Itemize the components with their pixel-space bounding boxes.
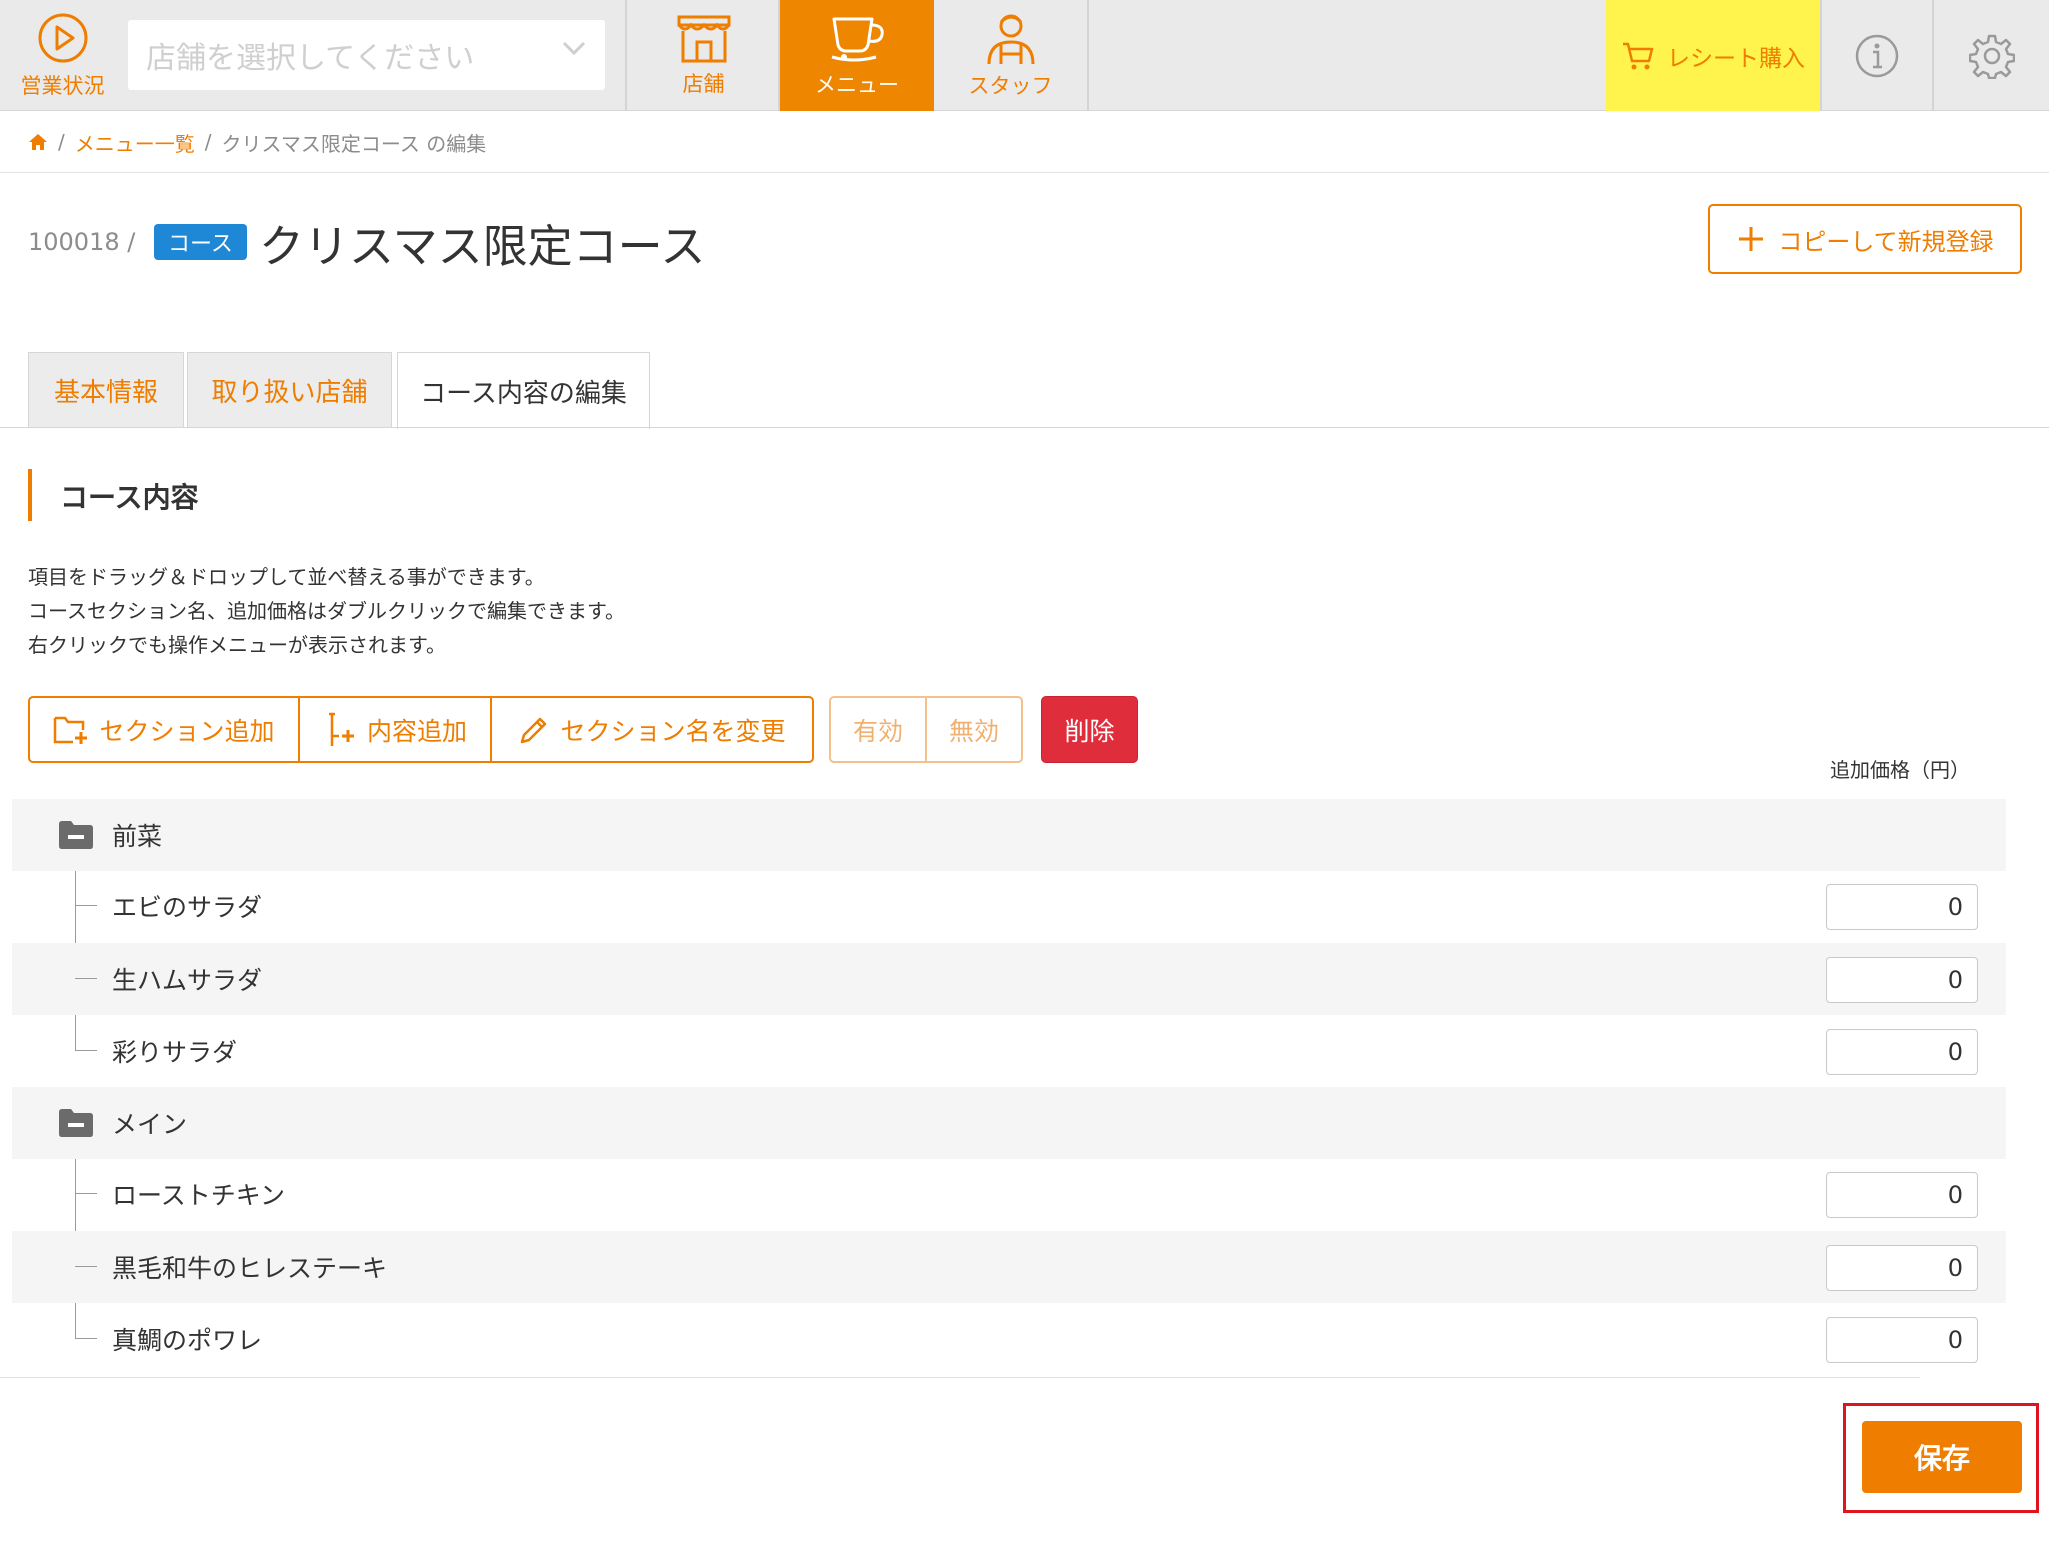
add-section-label: セクション追加 xyxy=(99,716,275,746)
store-select-placeholder: 店舗を選択してください xyxy=(146,41,475,76)
add-content-label: 内容追加 xyxy=(366,716,467,746)
rename-section-label: セクション名を変更 xyxy=(560,716,786,746)
divider xyxy=(0,172,2049,173)
tab-divider xyxy=(0,427,2049,428)
info-button[interactable] xyxy=(1822,0,1932,111)
info-circle-icon xyxy=(1855,34,1899,77)
edit-button-group: セクション追加 内容追加 セクション名を変更 xyxy=(28,696,814,763)
rename-section-button[interactable]: セクション名を変更 xyxy=(492,698,812,761)
nav-business-status-label: 営業状況 xyxy=(20,73,105,98)
tree-section-row[interactable]: 前菜 xyxy=(12,799,2006,871)
plus-icon xyxy=(1739,227,1764,251)
add-section-button[interactable]: セクション追加 xyxy=(30,698,300,761)
nav-business-status[interactable]: 営業状況 xyxy=(0,0,125,111)
tree-item-label: 黒毛和牛のヒレステーキ xyxy=(112,1254,388,1283)
tree-item-label: エビのサラダ xyxy=(112,893,263,922)
section-accent-bar xyxy=(28,469,32,521)
cart-icon xyxy=(1623,42,1654,69)
menu-id: 100018 / xyxy=(28,228,136,256)
copy-new-register-label: コピーして新規登録 xyxy=(1778,227,1994,256)
tree-branch xyxy=(75,1338,97,1339)
additional-price-input[interactable]: 0 xyxy=(1826,1317,1978,1363)
breadcrumb-menu-list-link[interactable]: メニュー一覧 xyxy=(75,128,195,157)
tree-section-label: メイン xyxy=(112,1110,188,1139)
help-text: 右クリックでも操作メニューが表示されます。 xyxy=(28,633,446,657)
help-text: 項目をドラッグ＆ドロップして並べ替える事ができます。 xyxy=(28,565,545,589)
additional-price-input[interactable]: 0 xyxy=(1826,1029,1978,1075)
nav-staff[interactable]: スタッフ xyxy=(934,0,1087,111)
tree-section-label: 前菜 xyxy=(112,822,163,851)
save-button[interactable]: 保存 xyxy=(1862,1421,2022,1493)
additional-price-input[interactable]: 0 xyxy=(1826,1245,1978,1291)
nav-staff-label: スタッフ xyxy=(968,73,1053,98)
page-title: クリスマス限定コース xyxy=(259,220,706,273)
tree-branch xyxy=(75,1193,97,1194)
home-icon[interactable] xyxy=(28,132,48,152)
settings-button[interactable] xyxy=(1934,0,2049,111)
tree-branch xyxy=(75,978,97,979)
tree-item-row[interactable]: エビのサラダ xyxy=(12,870,2006,942)
pencil-icon xyxy=(521,717,547,743)
tree-branch xyxy=(75,1266,97,1267)
tree-section-row[interactable]: メイン xyxy=(12,1087,2006,1159)
nav-menu[interactable]: メニュー xyxy=(780,0,934,111)
course-badge: コース xyxy=(154,224,247,260)
play-circle-icon xyxy=(38,13,87,62)
nav-store[interactable]: 店舗 xyxy=(627,0,780,111)
breadcrumb-separator: / xyxy=(204,130,212,154)
price-column-header: 追加価格（円） xyxy=(1830,758,1970,782)
nav-menu-label: メニュー xyxy=(815,72,899,97)
tree-branch xyxy=(75,1050,97,1051)
additional-price-input[interactable]: 0 xyxy=(1826,957,1978,1003)
tree-item-label: ローストチキン xyxy=(112,1181,286,1210)
tree-item-row[interactable]: 黒毛和牛のヒレステーキ xyxy=(12,1231,2006,1303)
tree-item-label: 真鯛のポワレ xyxy=(112,1326,263,1355)
breadcrumb-separator: / xyxy=(58,130,65,154)
breadcrumb-current: クリスマス限定コース の編集 xyxy=(221,131,487,156)
storefront-icon xyxy=(677,15,730,62)
tree-branch xyxy=(75,905,97,906)
additional-price-input[interactable]: 0 xyxy=(1826,1172,1978,1218)
tree-item-row[interactable]: 生ハムサラダ xyxy=(12,943,2006,1015)
copy-new-register-button[interactable]: コピーして新規登録 xyxy=(1708,204,2022,274)
status-button-group: 有効 無効 xyxy=(829,696,1023,763)
tree-item-label: 彩りサラダ xyxy=(112,1038,238,1067)
additional-price-input[interactable]: 0 xyxy=(1826,884,1978,930)
chevron-down-icon xyxy=(562,41,586,56)
tab-basic-info[interactable]: 基本情報 xyxy=(28,352,184,427)
staff-person-icon xyxy=(987,14,1034,64)
folder-plus-icon xyxy=(54,716,88,744)
enable-button[interactable]: 有効 xyxy=(831,698,927,761)
nav-divider xyxy=(1087,0,1089,111)
folder-minus-icon[interactable] xyxy=(59,1109,93,1137)
tree-item-label: 生ハムサラダ xyxy=(112,966,263,995)
tab-stores[interactable]: 取り扱い店舗 xyxy=(187,352,392,427)
tree-plus-icon xyxy=(328,712,354,746)
nav-store-label: 店舗 xyxy=(682,71,725,96)
divider xyxy=(0,1377,1920,1378)
add-content-button[interactable]: 内容追加 xyxy=(300,698,492,761)
gear-icon xyxy=(1968,34,2015,79)
tree-item-row[interactable]: 彩りサラダ xyxy=(12,1015,2006,1087)
tab-course-edit[interactable]: コース内容の編集 xyxy=(397,352,650,429)
help-text: コースセクション名、追加価格はダブルクリックで編集できます。 xyxy=(28,599,625,623)
tree-item-row[interactable]: 真鯛のポワレ xyxy=(12,1303,2006,1375)
breadcrumb: / メニュー一覧 / クリスマス限定コース の編集 xyxy=(28,127,486,157)
section-title: コース内容 xyxy=(60,481,199,514)
tree-item-row[interactable]: ローストチキン xyxy=(12,1158,2006,1230)
disable-button[interactable]: 無効 xyxy=(927,698,1021,761)
folder-minus-icon[interactable] xyxy=(59,821,93,849)
store-select[interactable]: 店舗を選択してください xyxy=(128,20,605,90)
coffee-cup-icon xyxy=(831,17,884,61)
receipt-purchase-label: レシート購入 xyxy=(1667,45,1805,72)
delete-button[interactable]: 削除 xyxy=(1041,696,1138,763)
receipt-purchase-button[interactable]: レシート購入 xyxy=(1606,0,1820,111)
